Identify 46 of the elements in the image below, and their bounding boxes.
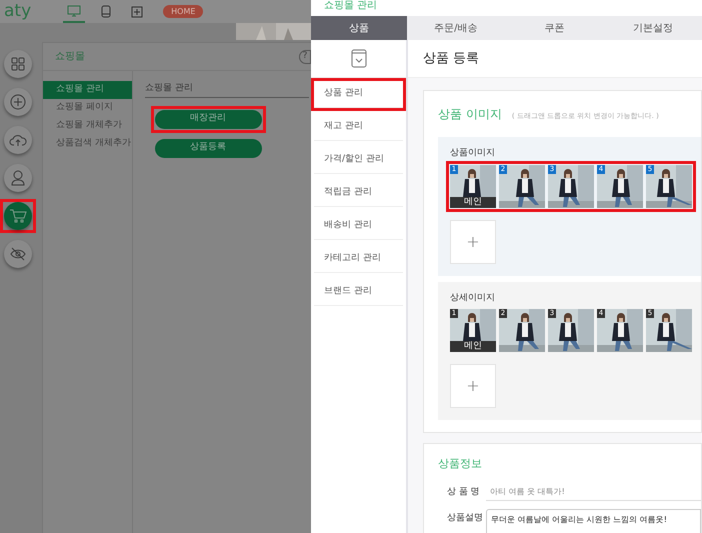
bag-icon (350, 49, 366, 68)
page-title: 상품 등록 (423, 50, 480, 68)
rail-button[interactable] (4, 50, 32, 78)
user-icon (11, 170, 25, 186)
side-menu-item[interactable]: 브랜드 관리 (314, 279, 403, 306)
breadcrumb: 쇼핑몰 관리 (324, 0, 378, 11)
rail-button[interactable] (4, 88, 32, 116)
rail-button[interactable] (4, 240, 32, 268)
action-button[interactable]: 매장관리 (154, 110, 262, 128)
tablet-icon (101, 5, 112, 18)
logo: aty (4, 3, 32, 20)
monitor-icon (67, 4, 82, 16)
section-heading: 쇼핑몰 관리 (145, 82, 309, 98)
side-menu-item[interactable]: 카테고리 관리 (314, 246, 403, 273)
group-label: 상세이미지 (450, 292, 496, 304)
field-label: 상 품 명 (446, 486, 481, 498)
main-label: 메인 (450, 196, 496, 208)
side-menu-item[interactable]: 상품 관리 (314, 81, 403, 108)
product-name-field[interactable]: 아티 여름 옷 대특가! (486, 482, 701, 500)
home-button[interactable]: HOME (163, 5, 204, 18)
tab[interactable]: 기본설정 (604, 16, 702, 40)
side-menu-item[interactable]: 가격/할인 관리 (314, 147, 403, 174)
section-title: 상품정보 (438, 456, 483, 472)
group-label: 상품이미지 (450, 147, 496, 160)
main-label: 메인 (450, 341, 496, 352)
description-field[interactable]: 무더운 여름날에 어울리는 시원한 느낌의 여름옷! (486, 508, 701, 533)
plus-square-icon (131, 6, 144, 18)
eye-slash-icon (10, 247, 26, 261)
add-image-button[interactable]: + (450, 364, 496, 408)
grid-icon (11, 57, 25, 71)
add-image-button[interactable]: + (450, 220, 496, 264)
action-button[interactable]: 상품등록 (154, 138, 262, 158)
side-menu-item[interactable]: 적립금 관리 (314, 180, 403, 207)
panel-title: 쇼핑몰 (55, 50, 85, 64)
tab[interactable]: 상품 (311, 16, 407, 40)
section-title: 상품 이미지 (438, 106, 502, 123)
cloud-upload-icon (9, 133, 27, 147)
tab[interactable]: 주문/배송 (406, 16, 506, 40)
side-menu-item[interactable]: 재고 관리 (314, 114, 403, 141)
plus-circle-icon (10, 94, 26, 110)
side-menu-item[interactable]: 배송비 관리 (314, 213, 403, 240)
cart-icon (9, 208, 27, 224)
rail-button[interactable] (4, 126, 32, 154)
tab[interactable]: 쿠폰 (505, 16, 604, 40)
rail-button[interactable] (4, 164, 32, 192)
field-label: 상품설명 (446, 512, 484, 524)
